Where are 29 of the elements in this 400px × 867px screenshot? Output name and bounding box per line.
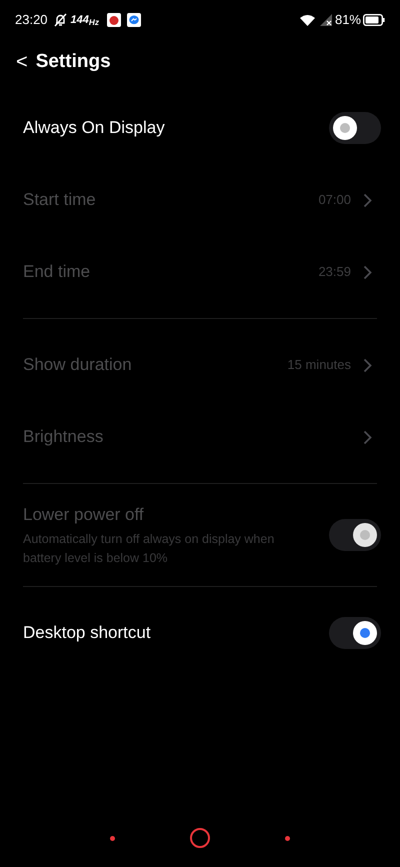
row-description: Automatically turn off always on display when battery level is below 10% bbox=[23, 530, 276, 567]
chevron-right-icon bbox=[363, 192, 372, 208]
row-label: Lower power off bbox=[23, 504, 145, 526]
battery-percent: 81% bbox=[334, 11, 361, 30]
row-value: 07:00 bbox=[318, 191, 351, 210]
chat-notification-icon bbox=[127, 13, 141, 27]
row-label: Show duration bbox=[23, 354, 133, 376]
app-notification-icon bbox=[107, 13, 121, 27]
row-label: Always On Display bbox=[23, 117, 166, 140]
chevron-right-icon bbox=[363, 430, 372, 444]
row-label: End time bbox=[23, 261, 92, 284]
toggle-switch[interactable] bbox=[329, 112, 381, 144]
row-value: 15 minutes bbox=[287, 356, 351, 374]
toggle-switch[interactable] bbox=[329, 616, 381, 648]
signal-icon bbox=[320, 14, 332, 26]
row-label: Brightness bbox=[23, 426, 104, 448]
wifi-icon bbox=[300, 14, 315, 26]
bell-off-icon bbox=[54, 13, 67, 27]
row-label: Desktop shortcut bbox=[23, 622, 152, 644]
back-button[interactable]: < bbox=[16, 52, 28, 72]
refresh-rate: 144$_{Hz}$ bbox=[70, 12, 99, 28]
row-value: 23:59 bbox=[318, 263, 351, 282]
status-time: 23:20 bbox=[15, 11, 48, 30]
row-label: Start time bbox=[23, 189, 97, 212]
battery-icon bbox=[363, 14, 385, 26]
chevron-right-icon bbox=[363, 358, 372, 372]
chevron-right-icon bbox=[363, 264, 372, 280]
nav-home-button[interactable] bbox=[190, 828, 210, 848]
page-title: Settings bbox=[36, 50, 111, 74]
